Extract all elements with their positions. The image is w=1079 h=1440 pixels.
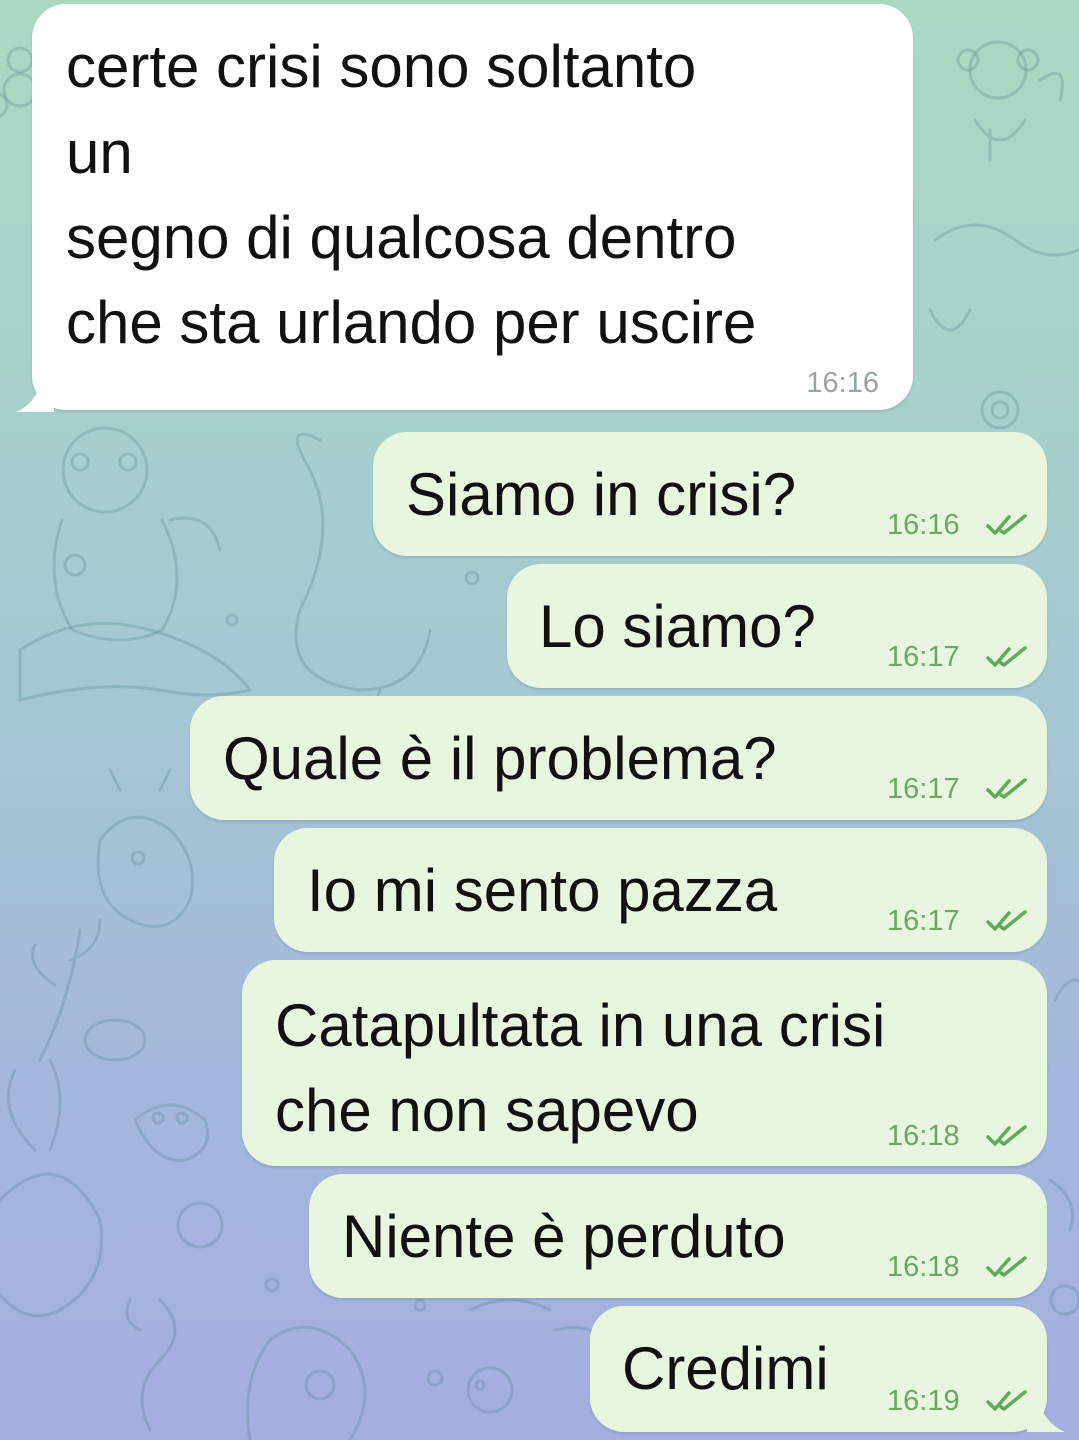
message-text: Quale è il problema? [223,725,777,792]
message-text: Siamo in crisi? [406,461,797,528]
bubble-tail-outgoing [1027,1398,1065,1432]
message-timestamp: 16:19 [887,1385,960,1417]
chat-message-list: certe crisi sono soltanto un segno di qu… [0,0,1079,1440]
message-timestamp: 16:18 [887,1251,960,1283]
message-bubble-outgoing[interactable]: Siamo in crisi? 16:16 [373,432,1047,556]
message-bubble-incoming[interactable]: certe crisi sono soltanto un segno di qu… [32,4,913,410]
double-check-icon [986,1125,1027,1146]
message-timestamp: 16:16 [887,509,960,541]
message-timestamp: 16:16 [806,367,879,399]
message-text-line: segno di qualcosa dentro [66,204,737,271]
double-check-icon [986,514,1027,535]
double-check-icon [986,646,1027,667]
message-bubble-outgoing[interactable]: Catapultata in una crisi che non sapevo … [242,960,1047,1166]
double-check-icon [986,778,1027,799]
message-timestamp: 16:17 [887,641,960,673]
message-bubble-outgoing[interactable]: Io mi sento pazza 16:17 [274,828,1047,952]
message-timestamp: 16:18 [887,1120,960,1152]
message-timestamp: 16:17 [887,773,960,805]
double-check-icon [986,1390,1027,1411]
message-text-line: che non sapevo [275,1077,699,1144]
message-timestamp: 16:17 [887,905,960,937]
double-check-icon [986,910,1027,931]
message-text: Lo siamo? [539,593,816,660]
double-check-icon [986,1256,1027,1277]
message-bubble-outgoing[interactable]: Credimi 16:19 [590,1306,1047,1432]
message-text-line: un [66,119,133,186]
message-text-line: Catapultata in una crisi [275,992,886,1059]
bubble-tail-incoming [16,376,54,412]
message-bubble-outgoing[interactable]: Niente è perduto 16:18 [309,1174,1047,1298]
message-text-line: che sta urlando per uscire [66,289,757,356]
message-text: Niente è perduto [342,1203,786,1270]
message-bubble-outgoing[interactable]: Lo siamo? 16:17 [507,564,1047,688]
message-text: Io mi sento pazza [307,857,778,924]
message-text: Credimi [622,1335,829,1402]
message-bubble-outgoing[interactable]: Quale è il problema? 16:17 [190,696,1047,820]
message-text-line: certe crisi sono soltanto [66,33,697,100]
